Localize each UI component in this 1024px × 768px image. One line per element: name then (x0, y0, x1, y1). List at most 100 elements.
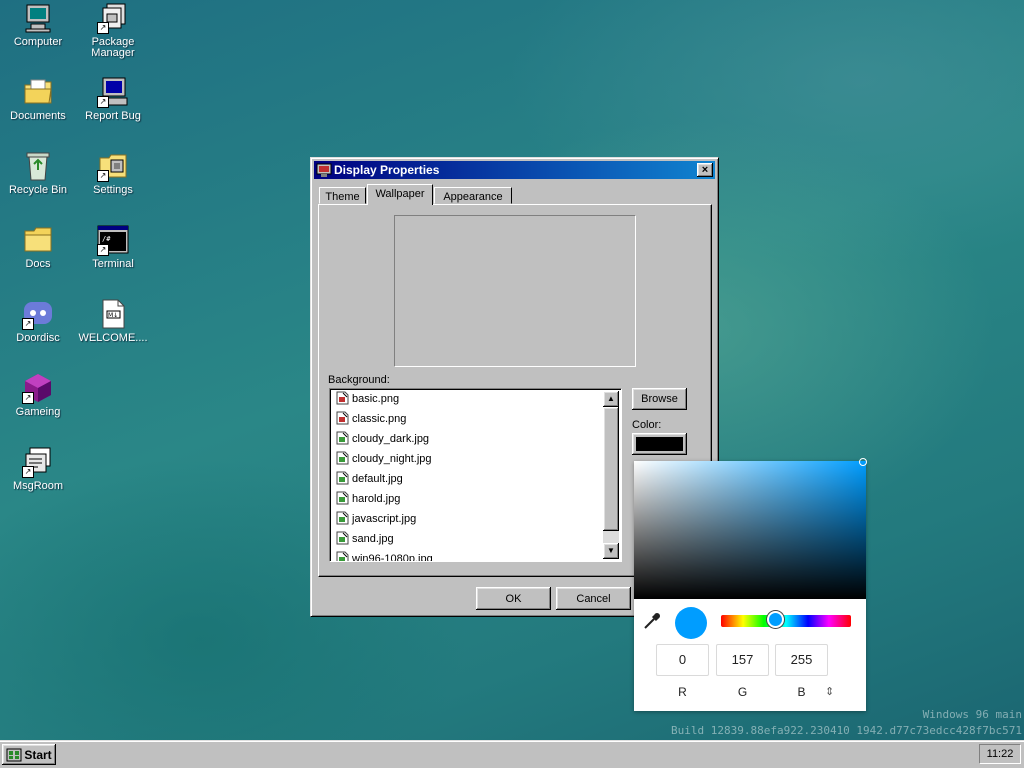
documents-folder-icon (22, 76, 54, 108)
list-item[interactable]: cloudy_night.jpg (336, 449, 432, 469)
image-file-icon (336, 451, 349, 465)
close-icon: × (701, 164, 709, 176)
shortcut-arrow-icon: ↗ (22, 392, 34, 404)
desktop-icon-label: Recycle Bin (8, 184, 68, 196)
desktop-icon-label: Package Manager (91, 36, 135, 59)
list-item[interactable]: basic.png (336, 389, 399, 409)
wallpaper-file-list[interactable]: basic.png classic.png cloudy_dark.jpg cl… (329, 388, 622, 562)
desktop-icon-recycle-bin[interactable]: Recycle Bin (1, 150, 75, 196)
window-titlebar[interactable]: Display Properties × (314, 161, 715, 179)
list-item[interactable]: default.jpg (336, 469, 403, 489)
arrow-up-icon: ▲ (607, 394, 615, 403)
color-picker-popup: 0 157 255 R G B ⇕ (634, 458, 867, 711)
saturation-value-area[interactable] (634, 461, 866, 599)
computer-icon (22, 2, 54, 34)
desktop-icon-label: Settings (93, 184, 133, 196)
list-item[interactable]: javascript.jpg (336, 509, 416, 529)
blue-label: B (797, 685, 806, 699)
desktop-icon-msgroom[interactable]: ↗ MsgRoom (1, 446, 75, 492)
close-button[interactable]: × (697, 163, 713, 177)
version-watermark-line2: Build 12839.88efa922.230410 1942.d77c73e… (671, 724, 1022, 737)
desktop-icon-label: Report Bug (85, 110, 141, 122)
cancel-button[interactable]: Cancel (556, 587, 631, 610)
color-mode-toggle-icon[interactable]: ⇕ (825, 685, 834, 698)
list-scrollbar[interactable]: ▲ ▼ (603, 391, 619, 559)
doordisc-icon: ↗ (22, 298, 54, 330)
shortcut-arrow-icon: ↗ (22, 318, 34, 330)
wallpaper-preview (394, 215, 636, 367)
terminal-icon: /# ↗ (97, 224, 129, 256)
desktop-icon-package-manager[interactable]: ↗ Package Manager (76, 2, 150, 59)
image-file-icon (336, 471, 349, 485)
gameing-icon: ↗ (22, 372, 54, 404)
desktop-icon-report-bug[interactable]: ↗ Report Bug (76, 76, 150, 122)
blue-input[interactable]: 255 (775, 644, 828, 676)
tab-appearance[interactable]: Appearance (434, 187, 512, 204)
background-label: Background: (328, 374, 390, 386)
desktop-icon-label: Gameing (15, 406, 61, 418)
recycle-bin-icon (22, 150, 54, 182)
shortcut-arrow-icon: ↗ (97, 96, 109, 108)
image-file-icon (336, 391, 349, 405)
scroll-down-button[interactable]: ▼ (603, 543, 619, 559)
desktop-icon-doordisc[interactable]: ↗ Doordisc (1, 298, 75, 344)
image-file-icon (336, 551, 349, 561)
color-button[interactable] (632, 433, 687, 455)
tab-theme[interactable]: Theme (319, 187, 366, 204)
tab-wallpaper[interactable]: Wallpaper (367, 184, 433, 205)
eyedropper-icon[interactable] (642, 611, 662, 631)
desktop-icon-label: Doordisc (16, 332, 60, 344)
start-button[interactable]: Start (2, 744, 56, 765)
desktop-icon-label: Documents (10, 110, 66, 122)
docs-folder-icon (22, 224, 54, 256)
image-file-icon (336, 411, 349, 425)
desktop-icon-welcome[interactable]: M↓ WELCOME.... (76, 298, 150, 344)
report-bug-icon: ↗ (97, 76, 129, 108)
display-properties-icon (316, 162, 332, 178)
desktop-icon-computer[interactable]: Computer (1, 2, 75, 48)
arrow-down-icon: ▼ (607, 546, 615, 555)
scroll-up-button[interactable]: ▲ (603, 391, 619, 407)
image-file-icon (336, 531, 349, 545)
package-manager-icon: ↗ (97, 2, 129, 34)
list-item[interactable]: win96-1080p.jpg (336, 549, 433, 561)
settings-icon: ↗ (97, 150, 129, 182)
browse-button[interactable]: Browse (632, 388, 687, 410)
list-item[interactable]: cloudy_dark.jpg (336, 429, 429, 449)
shortcut-arrow-icon: ↗ (97, 22, 109, 34)
start-logo-icon (6, 748, 22, 762)
desktop-icon-label: Docs (25, 258, 51, 270)
window-title: Display Properties (334, 163, 440, 177)
desktop-icon-docs[interactable]: Docs (1, 224, 75, 270)
desktop-icon-terminal[interactable]: /# ↗ Terminal (76, 224, 150, 270)
red-label: R (678, 685, 687, 699)
hue-slider-handle[interactable] (767, 611, 784, 628)
red-input[interactable]: 0 (656, 644, 709, 676)
start-label: Start (24, 747, 52, 762)
taskbar: Start 11:22 (0, 740, 1024, 768)
desktop-icon-label: Terminal (92, 258, 134, 270)
green-label: G (737, 685, 748, 699)
image-file-icon (336, 511, 349, 525)
saturation-value-handle[interactable] (859, 458, 867, 466)
green-input[interactable]: 157 (716, 644, 769, 676)
svg-text:M↓: M↓ (108, 312, 118, 319)
scroll-thumb[interactable] (603, 407, 619, 531)
ok-button[interactable]: OK (476, 587, 551, 610)
image-file-icon (336, 491, 349, 505)
hue-slider[interactable] (721, 615, 851, 627)
list-item[interactable]: harold.jpg (336, 489, 400, 509)
desktop-icon-settings[interactable]: ↗ Settings (76, 150, 150, 196)
desktop-icon-gameing[interactable]: ↗ Gameing (1, 372, 75, 418)
list-item[interactable]: sand.jpg (336, 529, 394, 549)
image-file-icon (336, 431, 349, 445)
svg-text:/#: /# (102, 235, 111, 243)
list-item[interactable]: classic.png (336, 409, 406, 429)
clock[interactable]: 11:22 (979, 744, 1021, 764)
shortcut-arrow-icon: ↗ (22, 466, 34, 478)
desktop-icon-documents[interactable]: Documents (1, 76, 75, 122)
msgroom-icon: ↗ (22, 446, 54, 478)
desktop-icon-label: MsgRoom (12, 480, 64, 492)
welcome-file-icon: M↓ (97, 298, 129, 330)
color-swatch (636, 437, 683, 451)
